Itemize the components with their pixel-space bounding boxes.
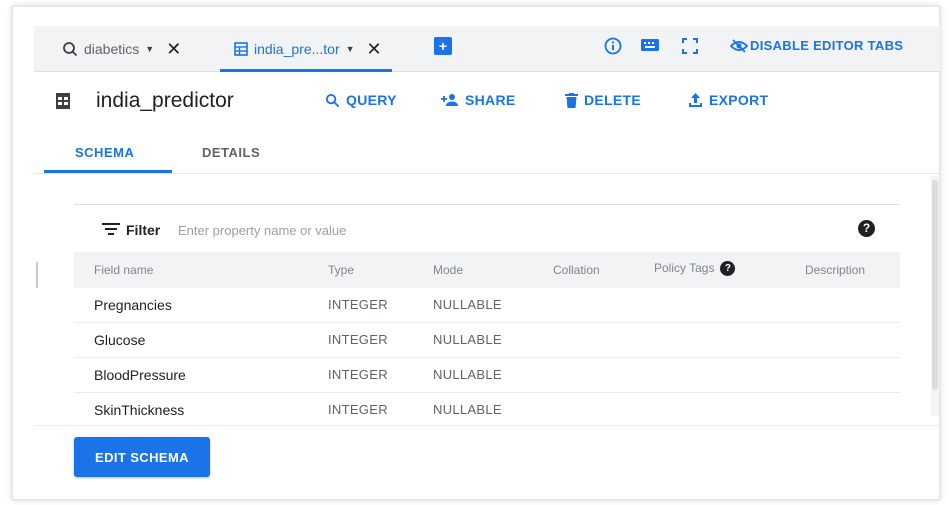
person-add-icon xyxy=(441,94,458,106)
table-row[interactable]: Pregnancies INTEGER NULLABLE xyxy=(74,288,900,323)
type-cell: INTEGER xyxy=(328,367,388,382)
export-label: EXPORT xyxy=(709,92,769,108)
add-tab-icon[interactable]: + xyxy=(434,37,452,55)
mode-cell: NULLABLE xyxy=(433,367,502,382)
tab-schema[interactable]: SCHEMA xyxy=(75,145,134,160)
table-icon xyxy=(234,42,248,56)
table-row[interactable]: Glucose INTEGER NULLABLE xyxy=(74,323,900,358)
type-cell: INTEGER xyxy=(328,297,388,312)
keyboard-icon[interactable] xyxy=(640,37,660,57)
search-icon xyxy=(325,93,340,107)
field-name-cell: SkinThickness xyxy=(94,402,185,418)
delete-label: DELETE xyxy=(584,92,642,108)
mode-cell: NULLABLE xyxy=(433,402,502,417)
page-title: india_predictor xyxy=(96,89,234,112)
tab-india-predictor[interactable]: india_pre...tor ▼ ✕ xyxy=(220,26,392,72)
divider xyxy=(34,425,940,426)
tab-label: india_pre...tor xyxy=(254,41,340,57)
filter-icon xyxy=(102,223,120,235)
mode-cell: NULLABLE xyxy=(433,297,502,312)
share-label: SHARE xyxy=(465,92,516,108)
help-icon[interactable]: ? xyxy=(858,220,875,237)
help-icon[interactable]: ? xyxy=(720,261,736,277)
filter-input[interactable] xyxy=(178,218,798,242)
active-tab-indicator xyxy=(44,170,172,173)
disable-editor-tabs-label: DISABLE EDITOR TABS xyxy=(750,38,904,53)
divider xyxy=(34,173,940,174)
table-row[interactable]: BloodPressure INTEGER NULLABLE xyxy=(74,358,900,393)
edit-schema-button[interactable]: EDIT SCHEMA xyxy=(74,437,210,477)
tab-details[interactable]: DETAILS xyxy=(202,145,260,160)
trash-icon xyxy=(565,92,578,108)
close-icon[interactable]: ✕ xyxy=(367,39,382,60)
delete-button[interactable]: DELETE xyxy=(565,92,641,108)
column-header-mode[interactable]: Mode xyxy=(433,263,463,277)
column-header-policy-tags[interactable]: Policy Tags? xyxy=(654,261,736,277)
type-cell: INTEGER xyxy=(328,332,388,347)
query-button[interactable]: QUERY xyxy=(325,92,397,108)
caret-down-icon[interactable]: ▼ xyxy=(145,44,154,54)
field-name-cell: BloodPressure xyxy=(94,367,186,383)
close-icon[interactable]: ✕ xyxy=(166,39,181,60)
resize-handle[interactable] xyxy=(36,262,38,288)
disable-editor-tabs-button[interactable]: DISABLE EDITOR TABS xyxy=(730,38,903,53)
field-name-cell: Glucose xyxy=(94,332,146,348)
export-button[interactable]: EXPORT xyxy=(688,92,768,108)
tab-label: diabetics xyxy=(84,41,140,57)
column-header-collation[interactable]: Collation xyxy=(553,263,600,277)
scrollbar-thumb[interactable] xyxy=(932,180,938,390)
table-header xyxy=(74,252,900,288)
field-name-cell: Pregnancies xyxy=(94,297,172,313)
caret-down-icon[interactable]: ▼ xyxy=(346,44,355,54)
mode-cell: NULLABLE xyxy=(433,332,502,347)
column-header-description[interactable]: Description xyxy=(805,263,865,277)
fullscreen-icon[interactable] xyxy=(680,37,700,57)
tab-diabetics[interactable]: diabetics ▼ ✕ xyxy=(62,26,181,72)
column-header-label: Policy Tags xyxy=(654,261,715,275)
column-header-field-name[interactable]: Field name xyxy=(94,263,153,277)
column-header-type[interactable]: Type xyxy=(328,263,354,277)
table-row[interactable]: SkinThickness INTEGER NULLABLE xyxy=(74,393,900,428)
query-label: QUERY xyxy=(346,92,397,108)
share-button[interactable]: SHARE xyxy=(441,92,516,108)
divider xyxy=(74,204,900,205)
eye-off-icon xyxy=(730,38,748,53)
info-icon[interactable] xyxy=(603,37,623,57)
upload-icon xyxy=(689,92,702,107)
search-icon xyxy=(63,42,78,57)
type-cell: INTEGER xyxy=(328,402,388,417)
table-icon xyxy=(56,93,70,109)
filter-label: Filter xyxy=(126,222,161,238)
